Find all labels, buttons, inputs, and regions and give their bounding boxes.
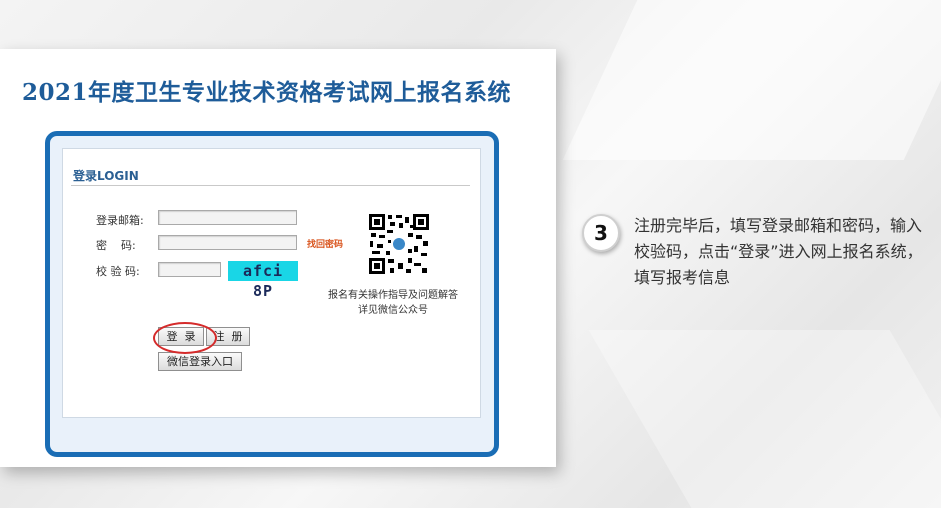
- screenshot-card: 2021年度卫生专业技术资格考试网上报名系统 登录LOGIN 登录邮箱: 密 码…: [0, 49, 556, 467]
- password-field[interactable]: [158, 235, 297, 250]
- login-heading: 登录LOGIN: [73, 169, 139, 183]
- wechat-qr-code: [368, 213, 430, 275]
- captcha-label: 校 验 码:: [96, 265, 140, 278]
- qr-note-line: 报名有关操作指导及问题解答: [328, 290, 458, 301]
- qr-note: 报名有关操作指导及问题解答 详见微信公众号: [293, 288, 493, 318]
- forgot-password-link[interactable]: 找回密码: [307, 237, 343, 250]
- login-frame: 登录LOGIN 登录邮箱: 密 码: 找回密码 校 验 码: afci 8P 报…: [45, 131, 499, 457]
- email-field[interactable]: [158, 210, 297, 225]
- background-shard: [588, 330, 941, 508]
- background-shard: [562, 0, 941, 160]
- wechat-login-button[interactable]: 微信登录入口: [158, 352, 242, 371]
- qr-note-line: 详见微信公众号: [358, 305, 428, 316]
- page-title: 2021年度卫生专业技术资格考试网上报名系统: [22, 79, 512, 106]
- captcha-field[interactable]: [158, 262, 221, 277]
- password-label: 密 码:: [96, 239, 136, 252]
- email-label: 登录邮箱:: [96, 214, 144, 227]
- step-instruction-text: 注册完毕后，填写登录邮箱和密码，输入校验码，点击“登录”进入网上报名系统，填写报…: [634, 216, 923, 287]
- step-number-badge: 3: [582, 214, 620, 252]
- heading-divider: [71, 185, 470, 186]
- login-panel: 登录LOGIN 登录邮箱: 密 码: 找回密码 校 验 码: afci 8P 报…: [62, 148, 481, 418]
- captcha-image[interactable]: afci 8P: [228, 261, 298, 300]
- highlight-circle: [153, 322, 217, 354]
